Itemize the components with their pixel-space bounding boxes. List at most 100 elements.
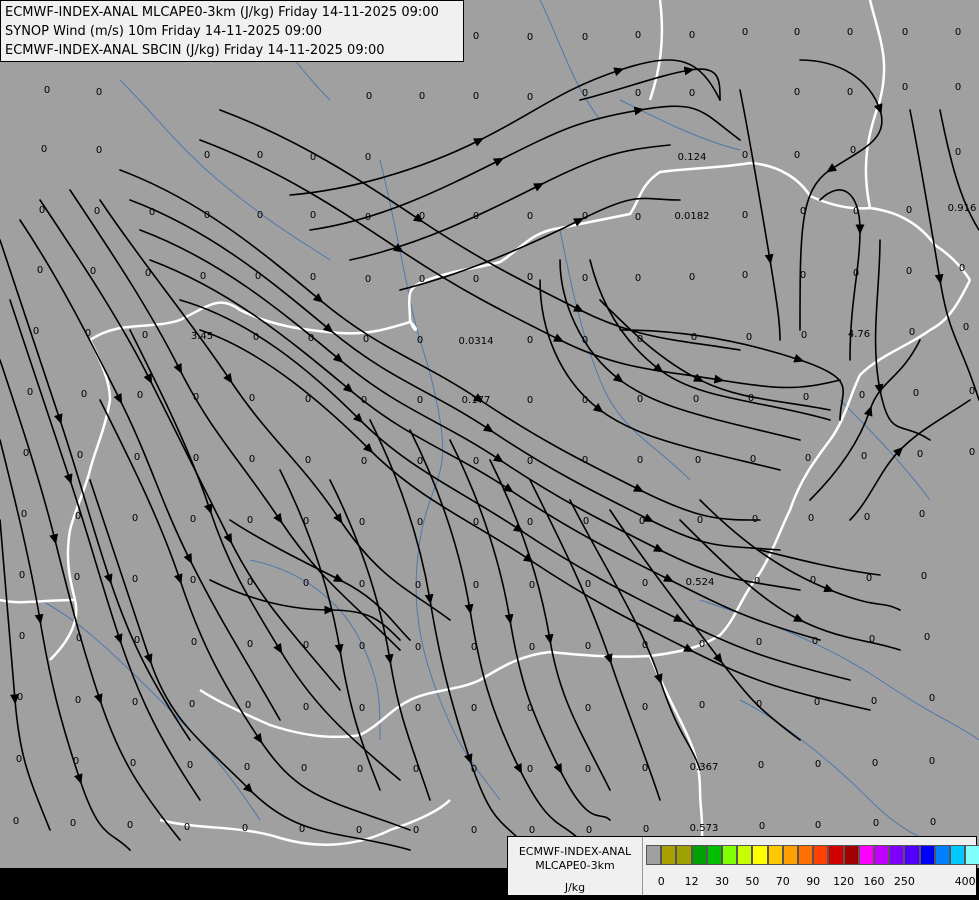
cin-value-label: 0 [75, 695, 81, 706]
cin-value-label: 0 [642, 763, 648, 774]
cin-value-label: 0 [417, 395, 423, 406]
cin-value-label: 0 [955, 82, 961, 93]
cin-value-label: 0 [149, 207, 155, 218]
cin-value-label: 0 [473, 580, 479, 591]
cin-value-label: 0 [21, 509, 27, 520]
cin-value-label: 0 [247, 515, 253, 526]
cin-value-label: 0 [39, 205, 45, 216]
cin-value-label: 0 [301, 763, 307, 774]
cin-value-label: 0 [413, 825, 419, 836]
title-line-wind: SYNOP Wind (m/s) 10m Friday 14-11-2025 0… [5, 24, 323, 39]
cin-value-label: 0 [366, 91, 372, 102]
cin-value-label: 0 [253, 332, 259, 343]
cin-value-label: 0 [917, 449, 923, 460]
cin-value-label: 0 [582, 211, 588, 222]
cin-value-label: 0.916 [948, 203, 977, 214]
cin-value-label: 0 [419, 274, 425, 285]
cin-value-label: 0 [473, 211, 479, 222]
cin-value-label: 0 [759, 821, 765, 832]
cin-value-label: 0 [257, 210, 263, 221]
cin-value-label: 0 [582, 32, 588, 43]
cin-value-label: 0 [75, 511, 81, 522]
cin-value-label: 0 [754, 576, 760, 587]
cin-value-label: 0 [200, 271, 206, 282]
cin-value-label: 0 [204, 210, 210, 221]
cin-value-label: 0 [305, 455, 311, 466]
cin-value-label: 0 [85, 328, 91, 339]
cin-value-label: 0 [800, 206, 806, 217]
cin-value-label: 0 [808, 513, 814, 524]
cin-value-label: 0 [76, 633, 82, 644]
legend-name-line1: ECMWF-INDEX-ANAL [518, 845, 632, 858]
legend-swatch [706, 845, 722, 865]
cin-value-label: 0 [132, 513, 138, 524]
cin-value-label: 0.524 [686, 577, 715, 588]
cin-value-label: 0 [70, 818, 76, 829]
cin-value-label: 0 [96, 145, 102, 156]
cin-value-label: 0 [635, 212, 641, 223]
cin-value-label: 0 [794, 87, 800, 98]
cin-value-label: 0 [310, 210, 316, 221]
cin-value-label: 0 [473, 517, 479, 528]
legend-tick-label: 0 [657, 875, 665, 888]
cin-value-label: 0 [697, 515, 703, 526]
cin-value-label: 0 [585, 579, 591, 590]
cin-value-label: 0.177 [462, 395, 491, 406]
cin-value-label: 0 [134, 452, 140, 463]
cin-value-label: 0.124 [678, 152, 707, 163]
cin-value-label: 0 [642, 578, 648, 589]
cin-value-label: 0 [365, 274, 371, 285]
cin-value-label: 0 [902, 27, 908, 38]
legend-swatch [858, 845, 874, 865]
cin-value-label: 0 [815, 820, 821, 831]
cin-value-label: 0 [473, 274, 479, 285]
cin-value-label: 0 [527, 517, 533, 528]
cin-value-label: 0 [742, 27, 748, 38]
cin-value-label: 0 [582, 88, 588, 99]
cin-value-label: 0 [184, 822, 190, 833]
cin-value-label: 0 [582, 335, 588, 346]
cin-value-label: 0 [906, 205, 912, 216]
cin-value-label: 0 [44, 85, 50, 96]
cin-value-label: 0 [193, 453, 199, 464]
cin-value-label: 4.76 [848, 329, 870, 340]
cin-value-label: 0 [359, 703, 365, 714]
cin-value-label: 0 [41, 144, 47, 155]
cin-value-label: 0 [871, 696, 877, 707]
legend-swatch [691, 845, 707, 865]
cin-value-label: 0 [191, 637, 197, 648]
cin-value-label: 0 [642, 702, 648, 713]
cin-value-label: 0 [850, 145, 856, 156]
legend-tick-label: 160 [863, 875, 885, 888]
cin-value-label: 0 [19, 570, 25, 581]
cin-value-label: 0 [585, 703, 591, 714]
cin-value-label: 0 [635, 273, 641, 284]
cin-value-label: 0 [527, 335, 533, 346]
legend-tick-label: 120 [833, 875, 855, 888]
cin-value-label: 0 [471, 764, 477, 775]
cin-value-label: 0 [699, 639, 705, 650]
legend-product-name: ECMWF-INDEX-ANAL MLCAPE0-3km [510, 845, 640, 873]
cin-value-label: 0 [142, 330, 148, 341]
cin-value-label: 0 [853, 206, 859, 217]
cin-value-label: 0 [861, 451, 867, 462]
cin-value-label: 0 [204, 150, 210, 161]
cin-value-label: 0 [742, 150, 748, 161]
cin-value-label: 0 [691, 332, 697, 343]
cin-value-label: 0 [969, 386, 975, 397]
cin-value-label: 0 [96, 87, 102, 98]
cin-value-label: 0 [13, 816, 19, 827]
cin-value-label: 0 [527, 272, 533, 283]
cin-value-label: 0 [919, 509, 925, 520]
cin-value-label: 0 [359, 517, 365, 528]
legend-swatch [767, 845, 783, 865]
cin-value-label: 0 [527, 456, 533, 467]
legend-swatch [843, 845, 859, 865]
cin-value-label: 0 [90, 266, 96, 277]
cin-value-label: 0 [305, 394, 311, 405]
weather-map[interactable]: 0 0 0 0 0 0 0 0 0 0 0 0 0 0 0 0 0 0 0 0 0 0 0 0 0 0 0 0 0 0 0.124 0 0 0 0 0… [0, 0, 979, 900]
cin-value-label: 0 [417, 335, 423, 346]
legend-swatch [752, 845, 768, 865]
cin-value-label: 0 [810, 575, 816, 586]
legend-tick-label: 70 [775, 875, 790, 888]
